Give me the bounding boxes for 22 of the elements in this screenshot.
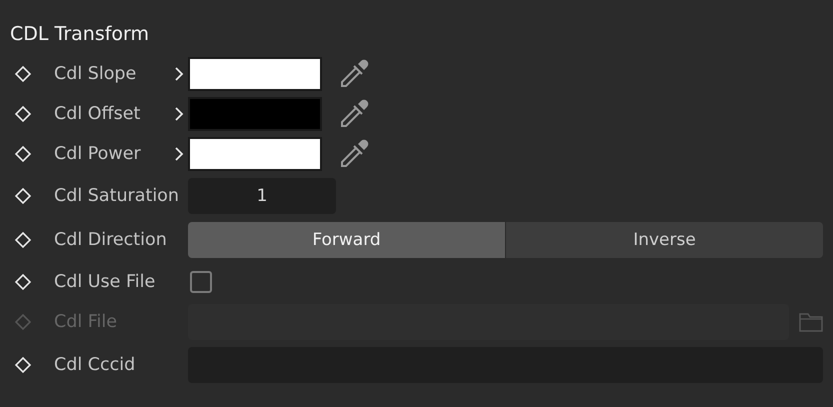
chevron-icon[interactable] bbox=[174, 106, 184, 122]
chevron-icon[interactable] bbox=[174, 66, 184, 82]
checkbox[interactable] bbox=[190, 271, 212, 293]
param-label: Cdl Cccid bbox=[54, 355, 136, 375]
param-label: Cdl File bbox=[54, 312, 118, 332]
param-label: Cdl Saturation bbox=[54, 186, 180, 206]
param-label: Cdl Offset bbox=[54, 104, 142, 124]
segment-option[interactable]: Forward bbox=[188, 222, 505, 258]
section-title: CDL Transform bbox=[10, 22, 150, 47]
color-swatch[interactable] bbox=[188, 57, 322, 91]
eyedropper-icon[interactable] bbox=[338, 138, 370, 170]
param-label: Cdl Direction bbox=[54, 230, 168, 250]
eyedropper-icon[interactable] bbox=[338, 58, 370, 90]
color-swatch[interactable] bbox=[188, 97, 322, 131]
chevron-icon[interactable] bbox=[174, 146, 184, 162]
param-label: Cdl Slope bbox=[54, 64, 138, 84]
eyedropper-icon[interactable] bbox=[338, 98, 370, 130]
segment-option[interactable]: Inverse bbox=[505, 222, 823, 258]
number-field[interactable]: 1 bbox=[188, 178, 336, 214]
color-swatch[interactable] bbox=[188, 137, 322, 171]
param-label: Cdl Use File bbox=[54, 272, 156, 292]
param-label: Cdl Power bbox=[54, 144, 142, 164]
